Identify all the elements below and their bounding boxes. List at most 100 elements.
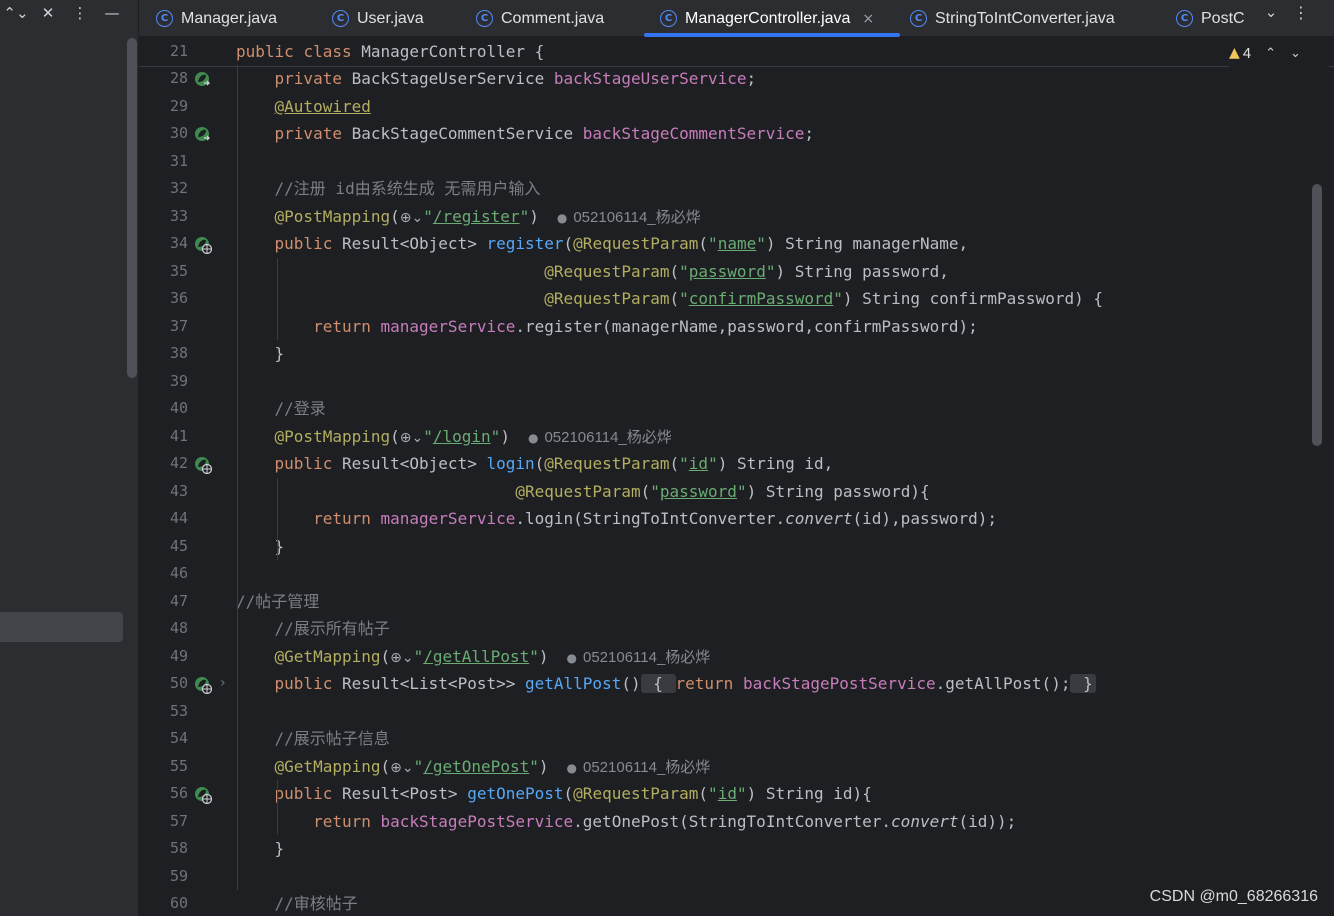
code-line[interactable]: 45 } xyxy=(139,533,1299,560)
folded-region[interactable]: { xyxy=(640,674,676,693)
line-number[interactable]: 60 xyxy=(139,890,188,916)
tab-user-java[interactable]: C User.java xyxy=(332,0,424,37)
line-number[interactable]: 43 xyxy=(139,478,188,505)
line-number[interactable]: 40 xyxy=(139,395,188,422)
code-line[interactable]: 35 @RequestParam("password") String pass… xyxy=(139,258,1299,285)
code-line[interactable]: 57 return backStagePostService.getOnePos… xyxy=(139,808,1299,835)
tab-stringtointconverter-java[interactable]: C StringToIntConverter.java xyxy=(910,0,1115,37)
project-scrollbar[interactable] xyxy=(127,38,137,378)
code-editor[interactable]: 21 public class ManagerController {28 pri… xyxy=(139,38,1334,916)
line-number[interactable]: 45 xyxy=(139,533,188,560)
globe-icon[interactable]: ⊕⌄ xyxy=(400,425,423,452)
tab-more-icon[interactable]: ⋮ xyxy=(1289,0,1313,24)
line-number[interactable]: 50 xyxy=(139,670,188,697)
author-inlay-hint[interactable]: ● 052106114_杨必烨 xyxy=(557,209,701,226)
next-highlight-icon[interactable]: ⌄ xyxy=(1290,46,1301,61)
line-number[interactable]: 37 xyxy=(139,313,188,340)
minimize-icon[interactable]: — xyxy=(96,1,128,25)
spring-endpoint-gutter-icon[interactable] xyxy=(194,785,213,805)
spring-bean-gutter-icon[interactable] xyxy=(194,125,212,143)
code-line[interactable]: 48 //展示所有帖子 xyxy=(139,615,1299,642)
code-line[interactable]: 37 return managerService.register(manage… xyxy=(139,313,1299,340)
line-number[interactable]: 21 xyxy=(139,38,188,65)
author-inlay-hint[interactable]: ● 052106114_杨必烨 xyxy=(567,649,711,666)
code-line[interactable]: 43 @RequestParam("password") String pass… xyxy=(139,478,1299,505)
spring-endpoint-gutter-icon[interactable] xyxy=(194,235,213,255)
fold-chevron-icon[interactable]: › xyxy=(220,670,226,697)
line-number[interactable]: 38 xyxy=(139,340,188,367)
code-line[interactable]: 29 @Autowired xyxy=(139,93,1299,120)
code-line[interactable]: 44 return managerService.login(StringToI… xyxy=(139,505,1299,532)
code-line[interactable]: 53 xyxy=(139,698,1299,725)
code-line[interactable]: 60 //审核帖子 xyxy=(139,890,1299,916)
tab-manager-java[interactable]: C Manager.java xyxy=(156,0,277,37)
code-line[interactable]: 42 public Result<Object> login(@RequestP… xyxy=(139,450,1299,477)
author-inlay-hint[interactable]: ● 052106114_杨必烨 xyxy=(528,429,672,446)
line-number[interactable]: 39 xyxy=(139,368,188,395)
previous-highlight-icon[interactable]: ⌃ xyxy=(1265,46,1276,61)
line-number[interactable]: 31 xyxy=(139,148,188,175)
code-line[interactable]: 50 › public Result<List<Post>> getAllPost… xyxy=(139,670,1299,697)
line-number[interactable]: 29 xyxy=(139,93,188,120)
code-line[interactable]: 30 private BackStageCommentService backS… xyxy=(139,120,1299,147)
more-options-icon[interactable]: ⋮ xyxy=(64,1,96,25)
line-number[interactable]: 30 xyxy=(139,120,188,147)
folded-region[interactable]: } xyxy=(1070,674,1096,693)
code-line[interactable]: 34 public Result<Object> register(@Reque… xyxy=(139,230,1299,257)
line-number[interactable]: 49 xyxy=(139,643,188,670)
line-number[interactable]: 53 xyxy=(139,698,188,725)
line-number[interactable]: 42 xyxy=(139,450,188,477)
code-line[interactable]: 28 private BackStageUserService backStag… xyxy=(139,65,1299,92)
line-number[interactable]: 48 xyxy=(139,615,188,642)
globe-icon[interactable]: ⊕⌄ xyxy=(400,205,423,232)
spring-endpoint-gutter-icon[interactable] xyxy=(194,675,213,695)
code-line[interactable]: 41 @PostMapping(⊕⌄"/login") ● 052106114_杨必… xyxy=(139,423,1299,450)
line-number[interactable]: 32 xyxy=(139,175,188,202)
line-number[interactable]: 46 xyxy=(139,560,188,587)
line-number[interactable]: 59 xyxy=(139,863,188,890)
code-line[interactable]: 55 @GetMapping(⊕⌄"/getOnePost") ● 05210611… xyxy=(139,753,1299,780)
line-number[interactable]: 56 xyxy=(139,780,188,807)
code-line[interactable]: 54 //展示帖子信息 xyxy=(139,725,1299,752)
inspections-widget[interactable]: ▲ 4 ⌃ ⌄ xyxy=(1229,38,1329,68)
code-line[interactable]: 46 xyxy=(139,560,1299,587)
code-line[interactable]: 32 //注册 id由系统生成 无需用户输入 xyxy=(139,175,1299,202)
line-number[interactable]: 55 xyxy=(139,753,188,780)
code-line[interactable]: 49 @GetMapping(⊕⌄"/getAllPost") ● 05210611… xyxy=(139,643,1299,670)
line-number[interactable]: 28 xyxy=(139,65,188,92)
project-tree-selected-row[interactable] xyxy=(0,612,123,642)
spring-bean-gutter-icon[interactable] xyxy=(194,70,212,88)
tab-comment-java[interactable]: C Comment.java xyxy=(476,0,604,37)
globe-icon[interactable]: ⊕⌄ xyxy=(390,755,413,782)
line-number[interactable]: 57 xyxy=(139,808,188,835)
code-line[interactable]: 33 @PostMapping(⊕⌄"/register") ● 052106114… xyxy=(139,203,1299,230)
tab-managercontroller-java[interactable]: C ManagerController.java × xyxy=(643,0,901,37)
globe-icon[interactable]: ⊕⌄ xyxy=(390,645,413,672)
line-number[interactable]: 58 xyxy=(139,835,188,862)
tab-list-chevron-icon[interactable]: ⌄ xyxy=(1256,0,1286,24)
line-number[interactable]: 33 xyxy=(139,203,188,230)
spring-endpoint-gutter-icon[interactable] xyxy=(194,455,213,475)
line-number[interactable]: 54 xyxy=(139,725,188,752)
line-number[interactable]: 47 xyxy=(139,588,188,615)
code-line[interactable]: 36 @RequestParam("confirmPassword") Stri… xyxy=(139,285,1299,312)
code-line[interactable]: 56 public Result<Post> getOnePost(@Reque… xyxy=(139,780,1299,807)
author-inlay-hint[interactable]: ● 052106114_杨必烨 xyxy=(567,759,711,776)
code-line[interactable]: 21 public class ManagerController { xyxy=(139,38,1299,65)
code-line[interactable]: 39 xyxy=(139,368,1299,395)
line-number[interactable]: 44 xyxy=(139,505,188,532)
tab-postc[interactable]: C PostC xyxy=(1176,0,1245,37)
code-line[interactable]: 40 //登录 xyxy=(139,395,1299,422)
code-line[interactable]: 38 } xyxy=(139,340,1299,367)
line-number[interactable]: 36 xyxy=(139,285,188,312)
expand-collapse-icon[interactable]: ⌃⌄ xyxy=(0,1,32,25)
code-line[interactable]: 47 //帖子管理 xyxy=(139,588,1299,615)
code-line[interactable]: 31 xyxy=(139,148,1299,175)
editor-scrollbar[interactable] xyxy=(1312,184,1322,446)
collapse-all-icon[interactable]: ✕ xyxy=(32,1,64,25)
line-number[interactable]: 35 xyxy=(139,258,188,285)
close-tab-icon[interactable]: × xyxy=(862,11,874,27)
code-line[interactable]: 58 } xyxy=(139,835,1299,862)
line-number[interactable]: 34 xyxy=(139,230,188,257)
code-line[interactable]: 59 xyxy=(139,863,1299,890)
